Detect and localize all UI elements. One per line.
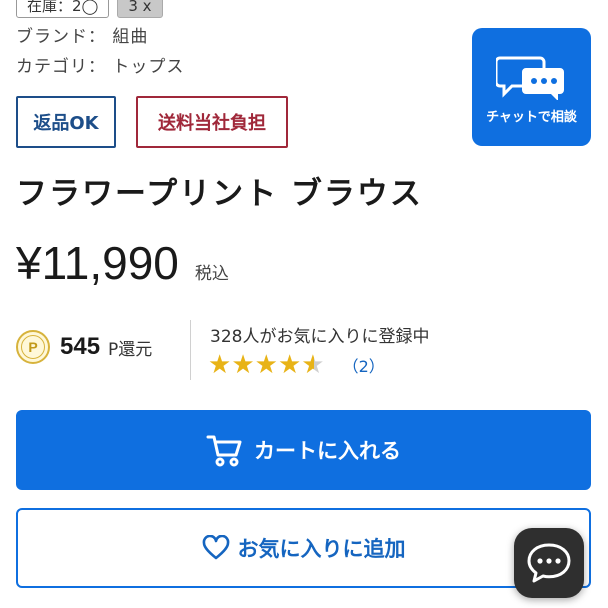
- chat-label: チャットで相談: [486, 109, 577, 125]
- half-star-icon: ★: [301, 350, 325, 380]
- product-price: ¥11,990: [16, 237, 179, 289]
- review-count-link[interactable]: （2）: [343, 353, 385, 377]
- tax-label: 税込: [194, 264, 229, 284]
- star-icon: ★: [208, 350, 232, 380]
- rating-stars[interactable]: ★ ★ ★ ★ ★ （2）: [208, 350, 385, 380]
- add-to-favorites-button[interactable]: お気に入りに追加: [16, 508, 591, 588]
- divider: [190, 320, 191, 380]
- return-ok-badge: 返品OK: [16, 96, 116, 148]
- star-icon: ★: [231, 350, 255, 380]
- category-text: カテゴリ： トップス: [16, 57, 185, 77]
- cart-icon: [206, 435, 242, 467]
- add-to-cart-label: カートに入れる: [254, 439, 401, 463]
- product-title: フラワープリント ブラウス: [16, 176, 423, 212]
- heart-icon: [202, 535, 229, 560]
- free-shipping-badge: 送料当社負担: [136, 96, 288, 148]
- point-symbol: P: [21, 335, 45, 359]
- star-icon: ★: [254, 350, 278, 380]
- add-to-favorites-label: お気に入りに追加: [237, 537, 406, 561]
- add-to-cart-button[interactable]: カートに入れる: [16, 410, 591, 490]
- chat-icon: [527, 543, 571, 583]
- chat-bubbles-icon: [495, 56, 564, 100]
- favorite-count-text: 328人がお気に入りに登録中: [210, 327, 430, 347]
- point-value: 545: [60, 333, 101, 360]
- stock-chip[interactable]: 在庫：2◯: [16, 0, 110, 18]
- quantity-chip[interactable]: 3 x: [117, 0, 163, 18]
- stock-row: 在庫：2◯ 3 x: [16, 0, 163, 18]
- point-unit: P還元: [108, 339, 153, 360]
- floating-chat-button[interactable]: [514, 528, 584, 598]
- points-block: P 545 P還元: [16, 330, 152, 364]
- chat-consult-button[interactable]: チャットで相談: [472, 28, 591, 146]
- brand-text: ブランド： 組曲: [16, 27, 149, 47]
- star-icon: ★: [277, 350, 302, 380]
- price-row: ¥11,990 税込: [16, 236, 229, 290]
- point-coin-icon: P: [16, 330, 50, 364]
